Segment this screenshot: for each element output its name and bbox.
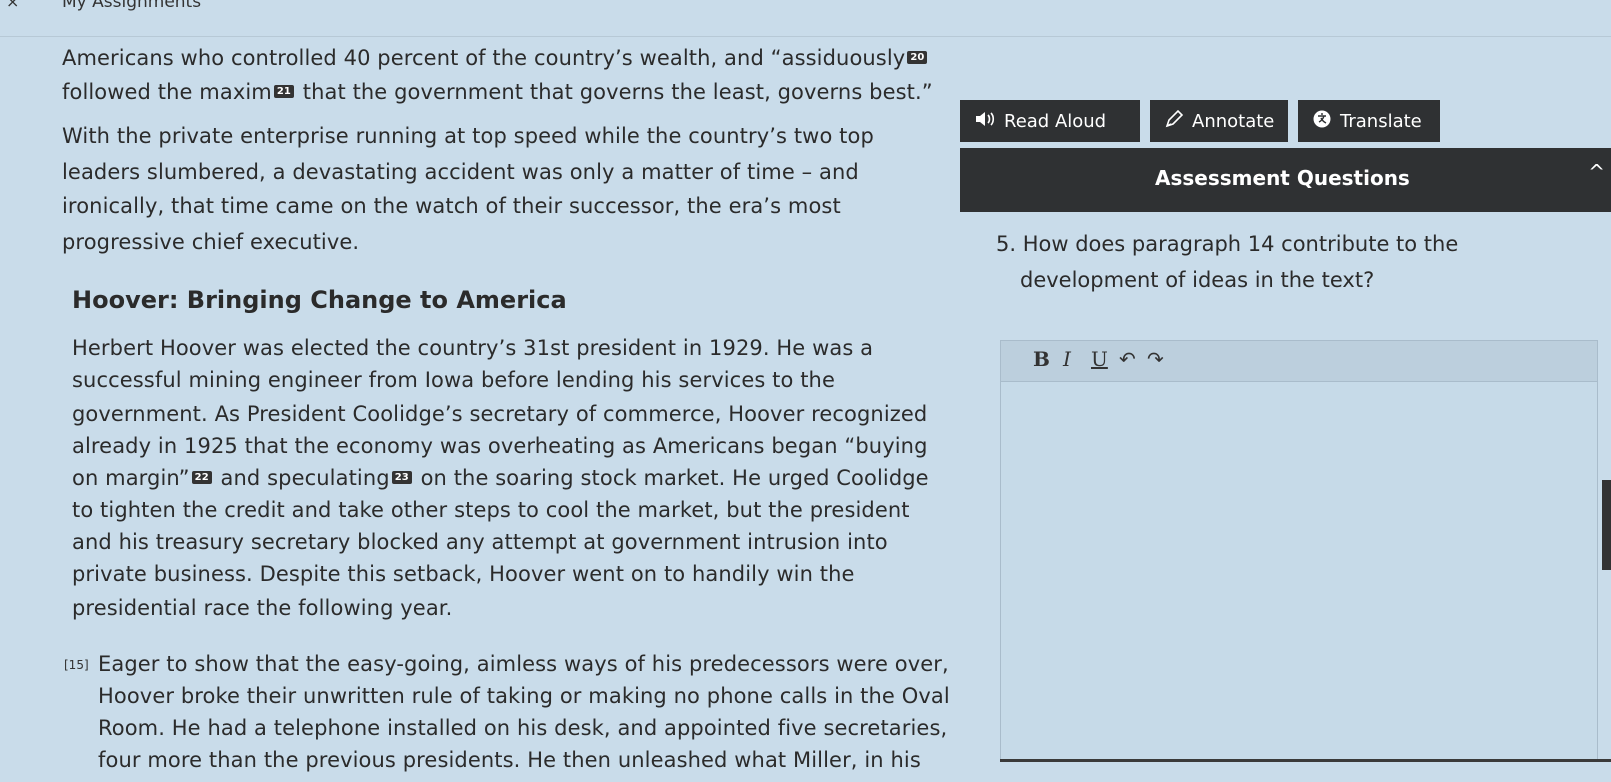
reading-line: Eager to show that the easy-going, aimle… xyxy=(98,652,949,676)
assessment-questions-header[interactable]: Assessment Questions ^ xyxy=(960,148,1611,212)
section-heading: Hoover: Bringing Change to America xyxy=(72,286,567,314)
scrollbar[interactable] xyxy=(1602,480,1611,570)
reading-line: presidential race the following year. xyxy=(72,596,453,620)
paragraph-number: [15] xyxy=(64,658,89,672)
question-text: 5. How does paragraph 14 contribute to t… xyxy=(996,232,1459,256)
footnote-marker[interactable]: 21 xyxy=(273,84,294,98)
italic-button[interactable]: I xyxy=(1063,347,1071,371)
pencil-icon xyxy=(1164,109,1184,134)
editor-toolbar: B I U ↶ ↷ xyxy=(1001,341,1597,382)
reading-line: With the private enterprise running at t… xyxy=(62,124,874,148)
reading-line: four more than the previous presidents. … xyxy=(98,748,921,772)
redo-icon[interactable]: ↷ xyxy=(1147,347,1164,371)
reading-line: progressive chief executive. xyxy=(62,230,360,254)
footnote-marker[interactable]: 22 xyxy=(191,470,212,484)
reading-line: Room. He had a telephone installed on hi… xyxy=(98,716,948,740)
reading-line: Americans who controlled 40 percent of t… xyxy=(62,46,929,70)
undo-icon[interactable]: ↶ xyxy=(1119,347,1136,371)
reading-line: to tighten the credit and take other ste… xyxy=(72,498,910,522)
translate-button[interactable]: Translate xyxy=(1298,100,1440,142)
reading-line: leaders slumbered, a devastating acciden… xyxy=(62,160,859,184)
reading-line: ironically, that time came on the watch … xyxy=(62,194,841,218)
divider xyxy=(1000,759,1611,762)
speaker-icon xyxy=(974,110,996,133)
reading-line: followed the maxim 21 that the government… xyxy=(62,80,933,104)
reading-panel: Americans who controlled 40 percent of t… xyxy=(0,0,960,782)
reading-line: successful mining engineer from Iowa bef… xyxy=(72,368,835,392)
reading-line: private business. Despite this setback, … xyxy=(72,562,855,586)
footnote-marker[interactable]: 23 xyxy=(391,470,412,484)
reading-line: already in 1925 that the economy was ove… xyxy=(72,434,928,458)
assessment-title: Assessment Questions xyxy=(1155,166,1410,190)
answer-editor: B I U ↶ ↷ xyxy=(1000,340,1598,760)
underline-button[interactable]: U xyxy=(1091,347,1108,371)
question-text: development of ideas in the text? xyxy=(1020,268,1375,292)
annotate-button[interactable]: Annotate xyxy=(1150,100,1288,142)
read-aloud-button[interactable]: Read Aloud xyxy=(960,100,1140,142)
chevron-up-icon[interactable]: ^ xyxy=(1588,160,1605,184)
reading-line: on margin” 22 and speculating 23 on the so… xyxy=(72,466,929,490)
reading-line: government. As President Coolidge’s secr… xyxy=(72,402,928,426)
bold-button[interactable]: B xyxy=(1033,347,1050,371)
reading-line: Hoover broke their unwritten rule of tak… xyxy=(98,684,950,708)
globe-icon xyxy=(1312,109,1332,134)
reading-line: and his treasury secretary blocked any a… xyxy=(72,530,888,554)
reading-line: Herbert Hoover was elected the country’s… xyxy=(72,336,874,360)
answer-input[interactable] xyxy=(1001,382,1597,759)
footnote-marker[interactable]: 20 xyxy=(907,50,928,64)
